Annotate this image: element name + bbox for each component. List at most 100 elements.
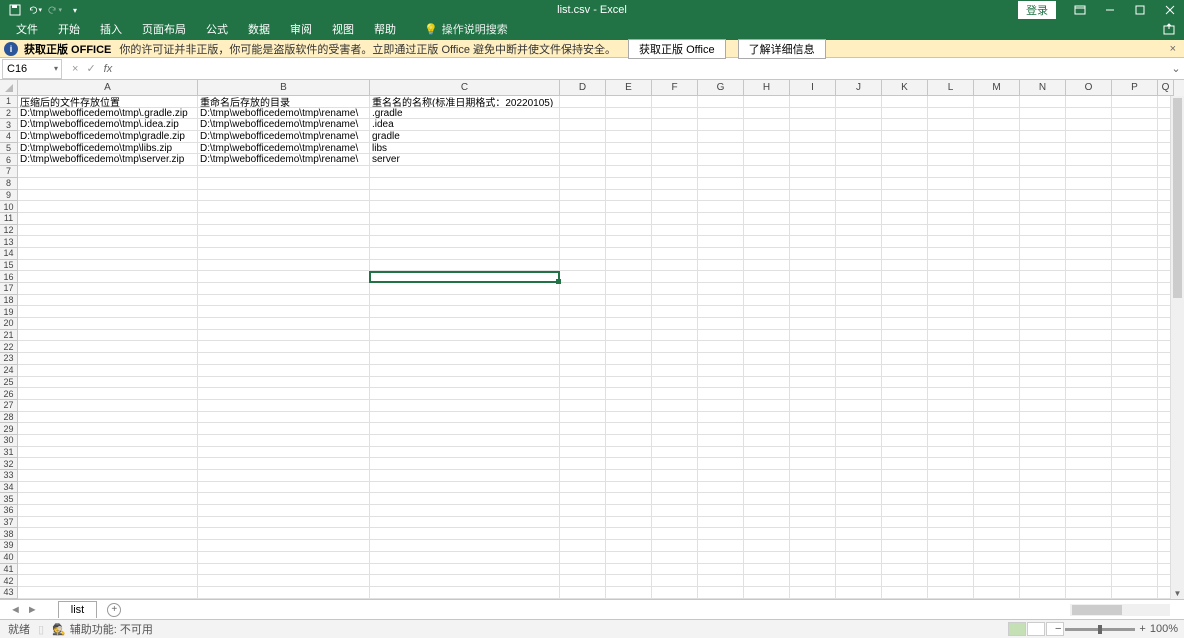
cell[interactable] xyxy=(652,213,698,225)
cell[interactable] xyxy=(1112,564,1158,576)
cell[interactable] xyxy=(928,341,974,353)
cell[interactable] xyxy=(928,154,974,166)
cell[interactable] xyxy=(882,318,928,330)
cell[interactable] xyxy=(790,482,836,494)
cell[interactable] xyxy=(1020,458,1066,470)
cell[interactable] xyxy=(928,412,974,424)
cell[interactable] xyxy=(1020,493,1066,505)
cell[interactable] xyxy=(370,423,560,435)
cell[interactable] xyxy=(790,271,836,283)
col-header-N[interactable]: N xyxy=(1020,80,1066,96)
cell[interactable] xyxy=(974,388,1020,400)
cell[interactable] xyxy=(370,517,560,529)
select-all-triangle[interactable] xyxy=(0,80,18,96)
cell[interactable] xyxy=(560,271,606,283)
cell[interactable] xyxy=(974,225,1020,237)
cell[interactable] xyxy=(1112,528,1158,540)
cell[interactable] xyxy=(1066,295,1112,307)
cell[interactable] xyxy=(1020,575,1066,587)
cell[interactable] xyxy=(836,318,882,330)
cell[interactable] xyxy=(1066,564,1112,576)
cell[interactable] xyxy=(744,108,790,120)
cell[interactable] xyxy=(698,271,744,283)
row-header-1[interactable]: 1 xyxy=(0,96,18,108)
cell[interactable] xyxy=(370,306,560,318)
cell[interactable] xyxy=(698,435,744,447)
cell[interactable] xyxy=(1020,154,1066,166)
cell[interactable] xyxy=(882,154,928,166)
cell[interactable] xyxy=(1066,260,1112,272)
cell[interactable] xyxy=(1066,330,1112,342)
cell[interactable] xyxy=(370,435,560,447)
cell[interactable] xyxy=(652,201,698,213)
cell[interactable] xyxy=(1066,587,1112,599)
cell[interactable] xyxy=(882,482,928,494)
cell[interactable] xyxy=(974,505,1020,517)
cell[interactable] xyxy=(560,318,606,330)
cell[interactable] xyxy=(652,377,698,389)
cell[interactable] xyxy=(744,306,790,318)
row-header-6[interactable]: 6 xyxy=(0,154,18,166)
cell[interactable] xyxy=(836,190,882,202)
cell[interactable] xyxy=(1020,260,1066,272)
cell[interactable] xyxy=(652,166,698,178)
cell[interactable] xyxy=(652,236,698,248)
cell[interactable] xyxy=(882,260,928,272)
cell[interactable] xyxy=(882,330,928,342)
cell[interactable] xyxy=(198,458,370,470)
cell[interactable] xyxy=(744,166,790,178)
cell[interactable] xyxy=(882,493,928,505)
cell[interactable] xyxy=(370,166,560,178)
cell[interactable] xyxy=(370,365,560,377)
tab-layout[interactable]: 页面布局 xyxy=(132,18,196,40)
cell[interactable] xyxy=(836,213,882,225)
cell[interactable] xyxy=(560,377,606,389)
cell[interactable] xyxy=(370,400,560,412)
cell[interactable] xyxy=(882,190,928,202)
cell[interactable] xyxy=(560,400,606,412)
cell[interactable] xyxy=(790,447,836,459)
cell[interactable] xyxy=(882,166,928,178)
cell[interactable] xyxy=(928,447,974,459)
cell[interactable] xyxy=(882,447,928,459)
cell[interactable] xyxy=(652,505,698,517)
cell[interactable] xyxy=(1020,423,1066,435)
cell[interactable] xyxy=(560,365,606,377)
cell[interactable] xyxy=(560,575,606,587)
cell[interactable] xyxy=(1112,505,1158,517)
zoom-in-icon[interactable]: + xyxy=(1139,623,1145,635)
cell[interactable] xyxy=(560,236,606,248)
cell[interactable] xyxy=(744,283,790,295)
cell[interactable] xyxy=(1112,260,1158,272)
cell[interactable] xyxy=(974,365,1020,377)
cell[interactable] xyxy=(606,283,652,295)
cell[interactable] xyxy=(606,353,652,365)
cell[interactable] xyxy=(1066,283,1112,295)
cell[interactable] xyxy=(744,575,790,587)
cell[interactable] xyxy=(652,470,698,482)
cell[interactable] xyxy=(18,447,198,459)
cell[interactable] xyxy=(882,388,928,400)
cell[interactable] xyxy=(974,166,1020,178)
cell[interactable] xyxy=(836,353,882,365)
cell[interactable] xyxy=(198,493,370,505)
cell[interactable] xyxy=(1020,552,1066,564)
get-office-button[interactable]: 获取正版 Office xyxy=(628,39,726,59)
cell[interactable] xyxy=(928,587,974,599)
row-header-7[interactable]: 7 xyxy=(0,166,18,178)
row-header-26[interactable]: 26 xyxy=(0,388,18,400)
cell[interactable] xyxy=(974,108,1020,120)
cell[interactable] xyxy=(606,330,652,342)
cell[interactable] xyxy=(606,178,652,190)
cell[interactable] xyxy=(882,505,928,517)
cell[interactable] xyxy=(744,213,790,225)
cell[interactable] xyxy=(744,119,790,131)
cell[interactable] xyxy=(18,353,198,365)
cell[interactable] xyxy=(974,575,1020,587)
cell[interactable] xyxy=(744,564,790,576)
cell[interactable] xyxy=(882,412,928,424)
cell[interactable] xyxy=(1020,517,1066,529)
cell[interactable] xyxy=(1066,388,1112,400)
cell[interactable] xyxy=(974,447,1020,459)
zoom-slider[interactable] xyxy=(1065,628,1135,631)
